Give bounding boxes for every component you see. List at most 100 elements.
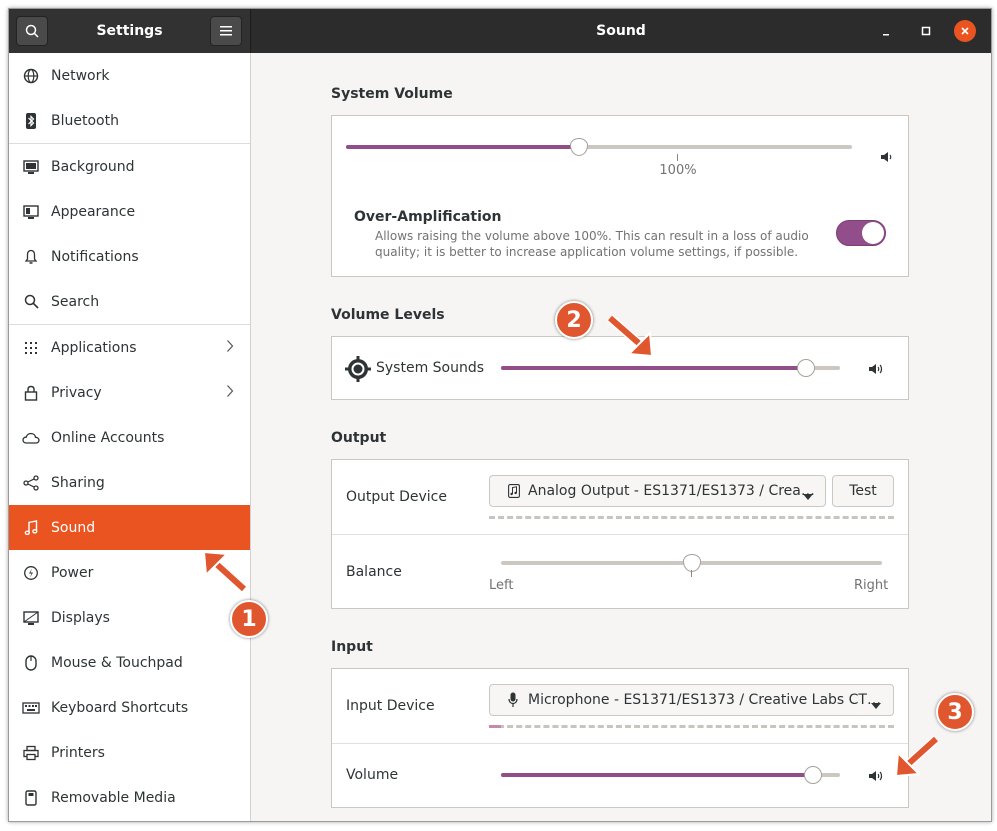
- section-title-system-volume: System Volume: [331, 86, 453, 102]
- annotation-arrow-1: [202, 550, 248, 593]
- annotation-arrow-2: [607, 314, 654, 358]
- sidebar-item-label: Notifications: [51, 248, 139, 265]
- settings-window: Settings Sound Network Bluetooth Backgro…: [8, 8, 992, 822]
- annotation-badge-2: 2: [555, 301, 593, 339]
- sidebar-item-sound[interactable]: Sound: [9, 505, 250, 550]
- over-amplification-desc: Allows raising the volume above 100%. Th…: [375, 229, 809, 243]
- dropdown-arrow-icon: [871, 697, 881, 713]
- system-sounds-label: System Sounds: [376, 360, 485, 376]
- sidebar-item-label: Applications: [51, 339, 137, 356]
- sidebar-item-mouse-touchpad[interactable]: Mouse & Touchpad: [9, 640, 250, 685]
- music-note-icon: [22, 519, 40, 537]
- music-note-icon: [508, 484, 520, 498]
- maximize-icon: [921, 26, 931, 36]
- speaker-icon: [868, 768, 884, 787]
- mouse-icon: [22, 654, 40, 672]
- maximize-button[interactable]: [915, 20, 937, 42]
- sidebar-header: Settings: [9, 9, 251, 53]
- system-volume-knob[interactable]: [570, 138, 588, 156]
- sidebar-item-sharing[interactable]: Sharing: [9, 460, 250, 505]
- sound-panel: System Volume 100% Over-Amplification Al…: [251, 53, 991, 821]
- lock-icon: [22, 384, 40, 402]
- sidebar-item-label: Sound: [51, 519, 96, 536]
- sidebar-item-applications[interactable]: Applications: [9, 325, 250, 370]
- sidebar-item-keyboard-shortcuts[interactable]: Keyboard Shortcuts: [9, 685, 250, 730]
- cloud-icon: [22, 429, 40, 447]
- input-device-combo[interactable]: Microphone - ES1371/ES1373 / Creative La…: [489, 684, 894, 716]
- sidebar-item-displays[interactable]: Displays: [9, 595, 250, 640]
- output-level-bar: [489, 516, 894, 519]
- over-amplification-desc: quality; it is better to increase applic…: [375, 245, 799, 259]
- input-volume-fill: [501, 773, 813, 777]
- output-device-value: Analog Output - ES1371/ES1373 / Crea…: [528, 483, 815, 499]
- sidebar-item-label: Online Accounts: [51, 429, 165, 446]
- display-icon: [22, 609, 40, 627]
- sidebar-item-label: Search: [51, 293, 100, 310]
- sidebar-item-bluetooth[interactable]: Bluetooth: [9, 98, 250, 143]
- background-icon: [22, 158, 40, 176]
- bell-icon: [22, 248, 40, 266]
- sidebar-item-label: Sharing: [51, 474, 105, 491]
- sidebar-item-label: Privacy: [51, 384, 102, 401]
- chevron-right-icon: [226, 384, 234, 402]
- annotation-badge-3: 3: [936, 693, 974, 731]
- system-sounds-knob[interactable]: [797, 359, 815, 377]
- share-icon: [22, 474, 40, 492]
- balance-right-label: Right: [854, 578, 889, 593]
- bluetooth-icon: [22, 112, 40, 130]
- sidebar-item-online-accounts[interactable]: Online Accounts: [9, 415, 250, 460]
- annotation-arrow-3: [894, 735, 940, 778]
- printer-icon: [22, 744, 40, 762]
- search-icon: [22, 293, 40, 311]
- system-volume-fill: [346, 145, 579, 149]
- input-device-value: Microphone - ES1371/ES1373 / Creative La…: [528, 692, 881, 708]
- system-volume-mark-label: 100%: [659, 163, 697, 178]
- over-amplification-title: Over-Amplification: [354, 209, 502, 225]
- sidebar-item-background[interactable]: Background: [9, 144, 250, 189]
- over-amplification-switch[interactable]: [836, 220, 886, 246]
- sidebar-item-appearance[interactable]: Appearance: [9, 189, 250, 234]
- sidebar-item-removable-media[interactable]: Removable Media: [9, 775, 250, 820]
- sidebar-item-network[interactable]: Network: [9, 53, 250, 98]
- system-volume-mark: [677, 154, 678, 161]
- row-separator: [332, 534, 908, 535]
- sidebar-item-printers[interactable]: Printers: [9, 730, 250, 775]
- menu-button[interactable]: [210, 16, 242, 46]
- system-sounds-icon: [345, 356, 371, 386]
- input-volume-knob[interactable]: [804, 766, 822, 784]
- sidebar-item-notifications[interactable]: Notifications: [9, 234, 250, 279]
- row-separator: [332, 743, 908, 744]
- close-button[interactable]: [954, 20, 976, 42]
- sidebar-item-search[interactable]: Search: [9, 279, 250, 324]
- removable-media-icon: [22, 789, 40, 807]
- dropdown-arrow-icon: [803, 488, 813, 504]
- output-frame: Output Device Analog Output - ES1371/ES1…: [331, 459, 909, 609]
- section-title-volume-levels: Volume Levels: [331, 307, 445, 323]
- sidebar-item-label: Displays: [51, 609, 110, 626]
- balance-knob[interactable]: [683, 554, 701, 572]
- system-volume-frame: 100% Over-Amplification Allows raising t…: [331, 115, 909, 277]
- section-title-input: Input: [331, 639, 373, 655]
- balance-center-mark: [691, 570, 692, 577]
- annotation-badge-1: 1: [230, 600, 268, 638]
- minimize-button[interactable]: [875, 20, 897, 42]
- system-sounds-fill: [501, 366, 806, 370]
- sidebar-item-label: Power: [51, 564, 94, 581]
- grid-icon: [22, 339, 40, 357]
- microphone-icon: [508, 692, 518, 708]
- sidebar-item-label: Background: [51, 158, 135, 175]
- test-button[interactable]: Test: [832, 475, 894, 507]
- input-volume-label: Volume: [346, 767, 399, 783]
- sidebar-item-label: Network: [51, 67, 110, 84]
- section-title-output: Output: [331, 430, 387, 446]
- sidebar-item-label: Appearance: [51, 203, 136, 220]
- sidebar-item-privacy[interactable]: Privacy: [9, 370, 250, 415]
- keyboard-icon: [22, 699, 40, 717]
- input-level-bar: [489, 725, 894, 728]
- sidebar-item-label: Printers: [51, 744, 105, 761]
- output-device-combo[interactable]: Analog Output - ES1371/ES1373 / Crea…: [489, 475, 826, 507]
- balance-label: Balance: [346, 564, 402, 580]
- input-frame: Input Device Microphone - ES1371/ES1373 …: [331, 668, 909, 808]
- chevron-right-icon: [226, 339, 234, 357]
- sidebar-item-label: Removable Media: [51, 789, 176, 806]
